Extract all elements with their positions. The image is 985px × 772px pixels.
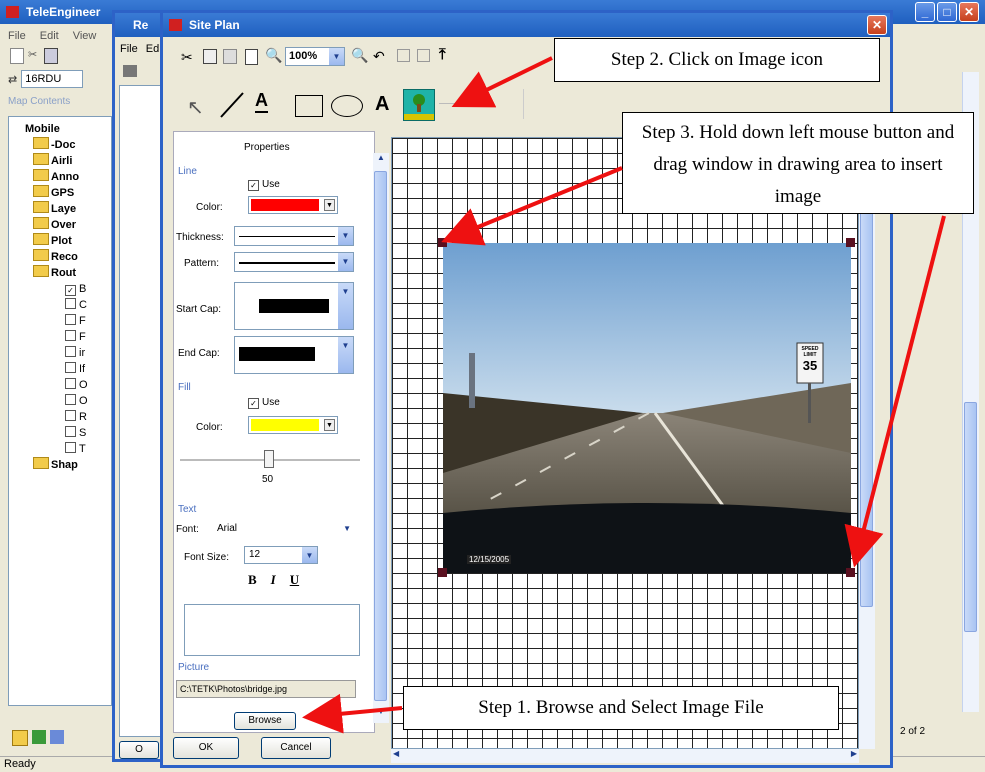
annotation-arrows	[302, 56, 946, 734]
step3-arrow-bottom	[844, 215, 946, 568]
step1-arrow	[302, 693, 403, 734]
step3-arrow-top	[441, 166, 623, 246]
step2-arrow	[451, 56, 553, 108]
